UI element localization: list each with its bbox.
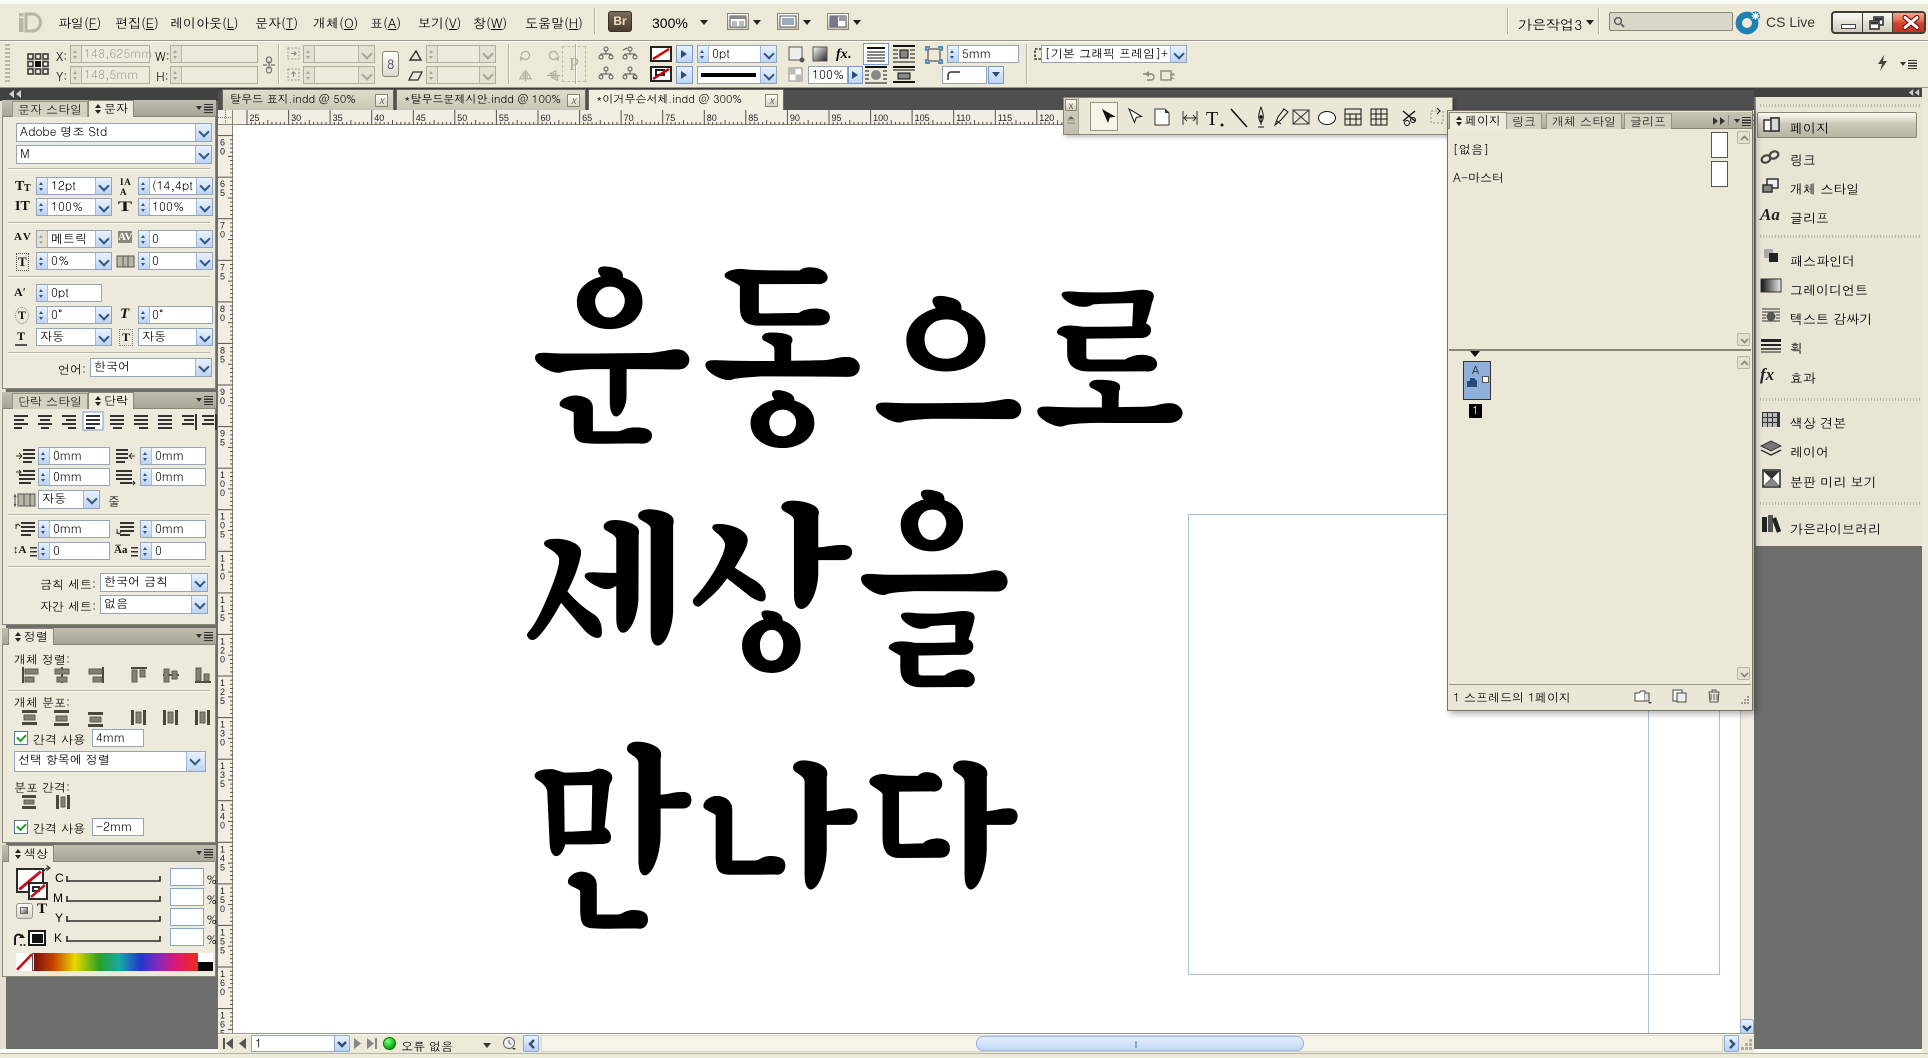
svg-text:110: 110: [956, 113, 970, 123]
svg-text:5: 5: [220, 354, 225, 364]
svg-text:60: 60: [541, 113, 551, 123]
svg-text:0: 0: [220, 904, 225, 914]
svg-text:0: 0: [220, 571, 225, 581]
svg-text:0: 0: [220, 396, 225, 406]
svg-text:30: 30: [291, 113, 301, 123]
svg-text:0: 0: [220, 821, 225, 831]
svg-text:0: 0: [220, 987, 225, 997]
svg-text:5: 5: [220, 862, 225, 872]
svg-text:5: 5: [220, 613, 225, 623]
svg-text:115: 115: [998, 113, 1012, 123]
svg-text:5: 5: [220, 945, 225, 955]
svg-text:45: 45: [416, 113, 426, 123]
svg-text:0: 0: [220, 738, 225, 748]
svg-text:5: 5: [220, 271, 225, 281]
svg-text:65: 65: [582, 113, 592, 123]
svg-text:5: 5: [220, 779, 225, 789]
svg-text:70: 70: [624, 113, 634, 123]
svg-text:5: 5: [220, 438, 225, 448]
svg-text:0: 0: [220, 654, 225, 664]
svg-text:35: 35: [333, 113, 343, 123]
svg-text:95: 95: [832, 113, 842, 123]
svg-text:50: 50: [457, 113, 467, 123]
svg-text:40: 40: [374, 113, 384, 123]
svg-text:105: 105: [915, 113, 930, 123]
svg-text:T: T: [1206, 108, 1218, 130]
svg-text:25: 25: [250, 113, 260, 123]
svg-text:0: 0: [220, 488, 225, 498]
svg-text:0: 0: [220, 313, 225, 323]
svg-text:5: 5: [220, 530, 225, 540]
svg-text:5: 5: [220, 696, 225, 706]
svg-text:85: 85: [748, 113, 758, 123]
svg-text:0: 0: [220, 147, 225, 157]
svg-text:5: 5: [220, 188, 225, 198]
svg-text:0: 0: [220, 230, 225, 240]
svg-text:55: 55: [499, 113, 509, 123]
svg-text:100: 100: [873, 113, 888, 123]
svg-text:75: 75: [665, 113, 675, 123]
svg-text:80: 80: [707, 113, 717, 123]
svg-text:90: 90: [790, 113, 800, 123]
svg-text:120: 120: [1039, 113, 1054, 123]
